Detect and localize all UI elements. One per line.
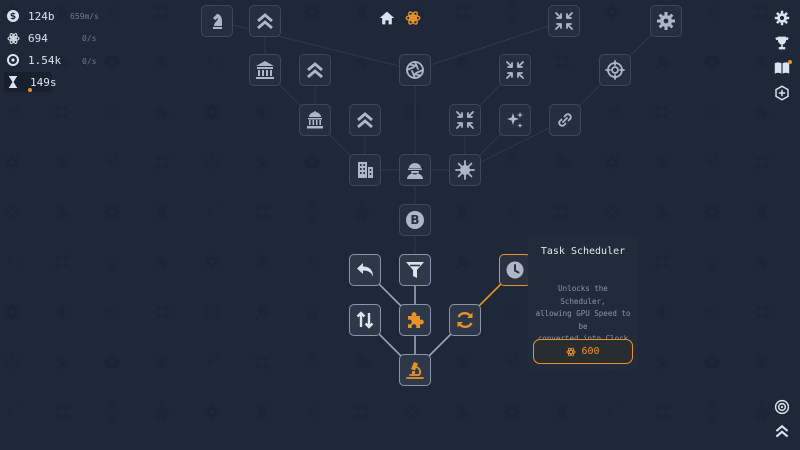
node-microscope[interactable] <box>399 354 431 386</box>
clock-rate: 0/s <box>82 57 97 66</box>
settings-button[interactable] <box>772 8 792 28</box>
crosshair-icon <box>605 60 625 80</box>
tooltip-title: Task Scheduler <box>540 246 626 257</box>
money-resource: $ 124b <box>6 6 55 26</box>
atoms-rate: 0/s <box>82 34 97 43</box>
chess-knight-icon <box>213 14 222 29</box>
node-knight[interactable] <box>201 5 233 37</box>
node-gear-top[interactable] <box>650 5 682 37</box>
bank-icon <box>256 61 274 79</box>
compress-arrows-icon <box>555 12 573 30</box>
swap-arrows-icon <box>356 311 374 329</box>
node-virus[interactable] <box>449 154 481 186</box>
node-bank-dome[interactable] <box>299 104 331 136</box>
guide-notification-dot <box>788 60 792 64</box>
atoms-resource: 694 <box>6 28 48 48</box>
bitcoin-icon: B <box>406 211 424 229</box>
double-chevron-up-icon <box>307 62 323 79</box>
tooltip-description-line: allowing GPU Speed to be <box>535 309 631 331</box>
bank-dome-icon <box>307 111 323 129</box>
target-icon <box>774 399 790 415</box>
node-filter[interactable] <box>399 254 431 286</box>
money-value: 124b <box>28 9 55 23</box>
puzzle-icon <box>408 312 424 328</box>
timer-value: 149s <box>30 75 57 89</box>
double-chevron-up-icon <box>257 13 273 30</box>
double-chevron-up-icon <box>775 424 789 438</box>
node-aperture[interactable] <box>399 54 431 86</box>
node-sparkles[interactable] <box>499 104 531 136</box>
node-puzzle[interactable] <box>399 304 431 336</box>
node-worker[interactable] <box>399 154 431 186</box>
buy-upgrade-button[interactable]: 600 <box>533 339 633 364</box>
compress-arrows-icon <box>506 61 524 79</box>
filter-icon <box>406 262 424 278</box>
sparkles-icon <box>507 112 523 128</box>
money-rate: 659m/s <box>70 12 99 21</box>
tooltip-description-line: Unlocks the Scheduler, <box>558 284 608 306</box>
collapse-button[interactable] <box>772 421 792 441</box>
node-crosshair[interactable] <box>599 54 631 86</box>
gear-icon <box>774 10 790 26</box>
refresh-icon <box>457 311 473 329</box>
atom-icon <box>405 11 421 25</box>
prestige-button[interactable] <box>772 83 792 103</box>
tab-research[interactable] <box>403 8 423 28</box>
hourglass-icon <box>6 75 20 89</box>
undo-arrow-icon <box>357 263 373 277</box>
gear-icon <box>657 12 675 30</box>
node-bank[interactable] <box>249 54 281 86</box>
achievements-button[interactable] <box>772 33 792 53</box>
svg-text:B: B <box>410 213 419 227</box>
node-chevrons-b[interactable] <box>349 104 381 136</box>
trophy-icon <box>775 36 789 50</box>
node-refresh[interactable] <box>449 304 481 336</box>
link-icon <box>558 113 572 127</box>
node-building[interactable] <box>349 154 381 186</box>
clock-icon <box>506 261 524 279</box>
virus-icon <box>455 160 475 180</box>
target-button[interactable] <box>772 397 792 417</box>
clock-value: 1.54k <box>28 53 62 67</box>
node-scheduler[interactable] <box>499 254 531 286</box>
home-icon <box>379 11 395 25</box>
atoms-value: 694 <box>28 31 48 45</box>
worker-icon <box>407 163 423 179</box>
atom-icon <box>566 347 577 356</box>
svg-text:$: $ <box>10 12 16 22</box>
upgrade-tooltip: Task Scheduler Unlocks the Scheduler, al… <box>528 236 638 370</box>
tree-link <box>414 20 565 71</box>
node-link[interactable] <box>549 104 581 136</box>
node-swap[interactable] <box>349 304 381 336</box>
clock-speed-icon <box>6 53 20 67</box>
aperture-icon <box>406 61 424 79</box>
node-compress-a[interactable] <box>499 54 531 86</box>
building-icon <box>358 162 373 178</box>
tab-home[interactable] <box>377 8 397 28</box>
node-chevrons-a[interactable] <box>299 54 331 86</box>
hexagon-icon <box>775 85 789 101</box>
double-chevron-up-icon <box>357 112 373 129</box>
microscope-icon <box>406 362 424 379</box>
node-bitcoin[interactable]: B <box>399 204 431 236</box>
node-chevrons-top[interactable] <box>249 5 281 37</box>
upgrade-cost: 600 <box>581 346 600 357</box>
timer-notification-dot <box>28 88 32 92</box>
node-compress-top[interactable] <box>548 5 580 37</box>
node-undo[interactable] <box>349 254 381 286</box>
clock-resource: 1.54k <box>6 50 61 70</box>
dollar-coin-icon: $ <box>6 9 20 23</box>
atom-icon <box>6 31 20 45</box>
compress-arrows-icon <box>456 111 474 129</box>
node-compress-b[interactable] <box>449 104 481 136</box>
